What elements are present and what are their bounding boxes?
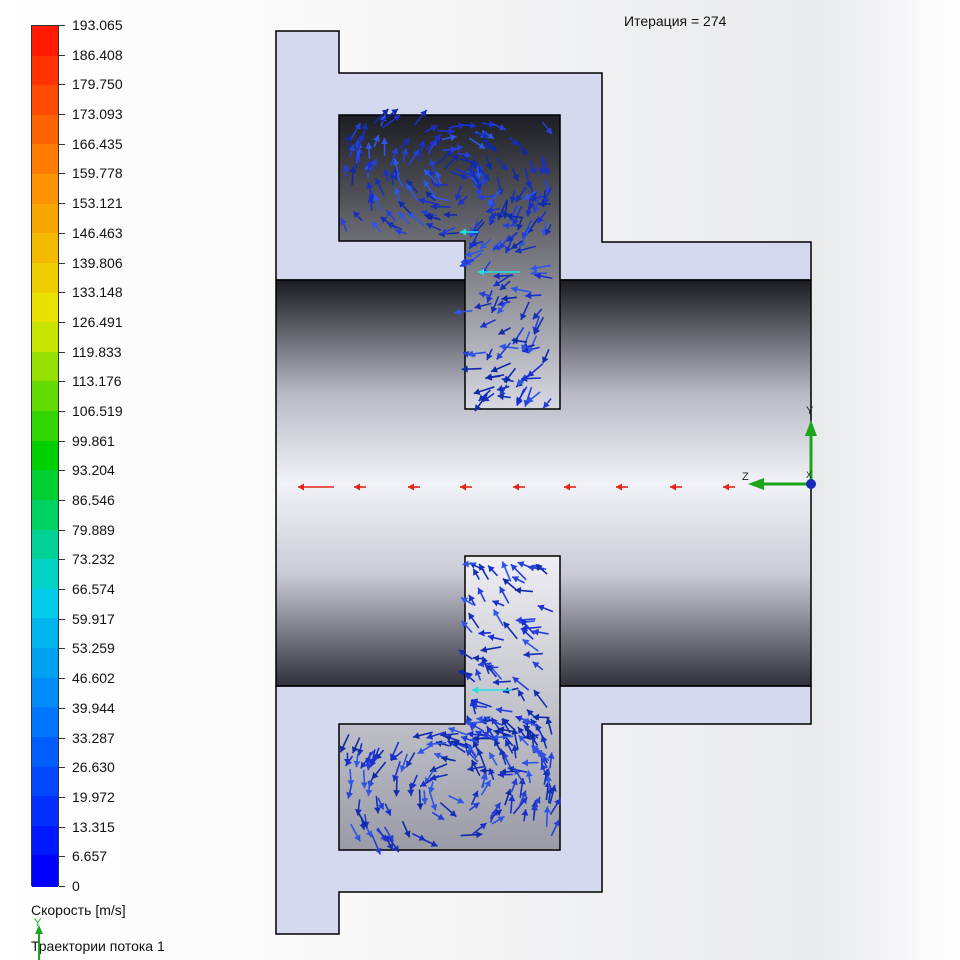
axis-x-label: X: [806, 470, 812, 480]
axis-y-label: Y: [806, 405, 814, 417]
flow-scene: Y Z X Y: [34, 30, 817, 960]
bottom-axis-triad: Y: [34, 917, 43, 960]
bottom-axis-y-label: Y: [34, 917, 42, 929]
axis-z-label: Z: [742, 471, 749, 483]
